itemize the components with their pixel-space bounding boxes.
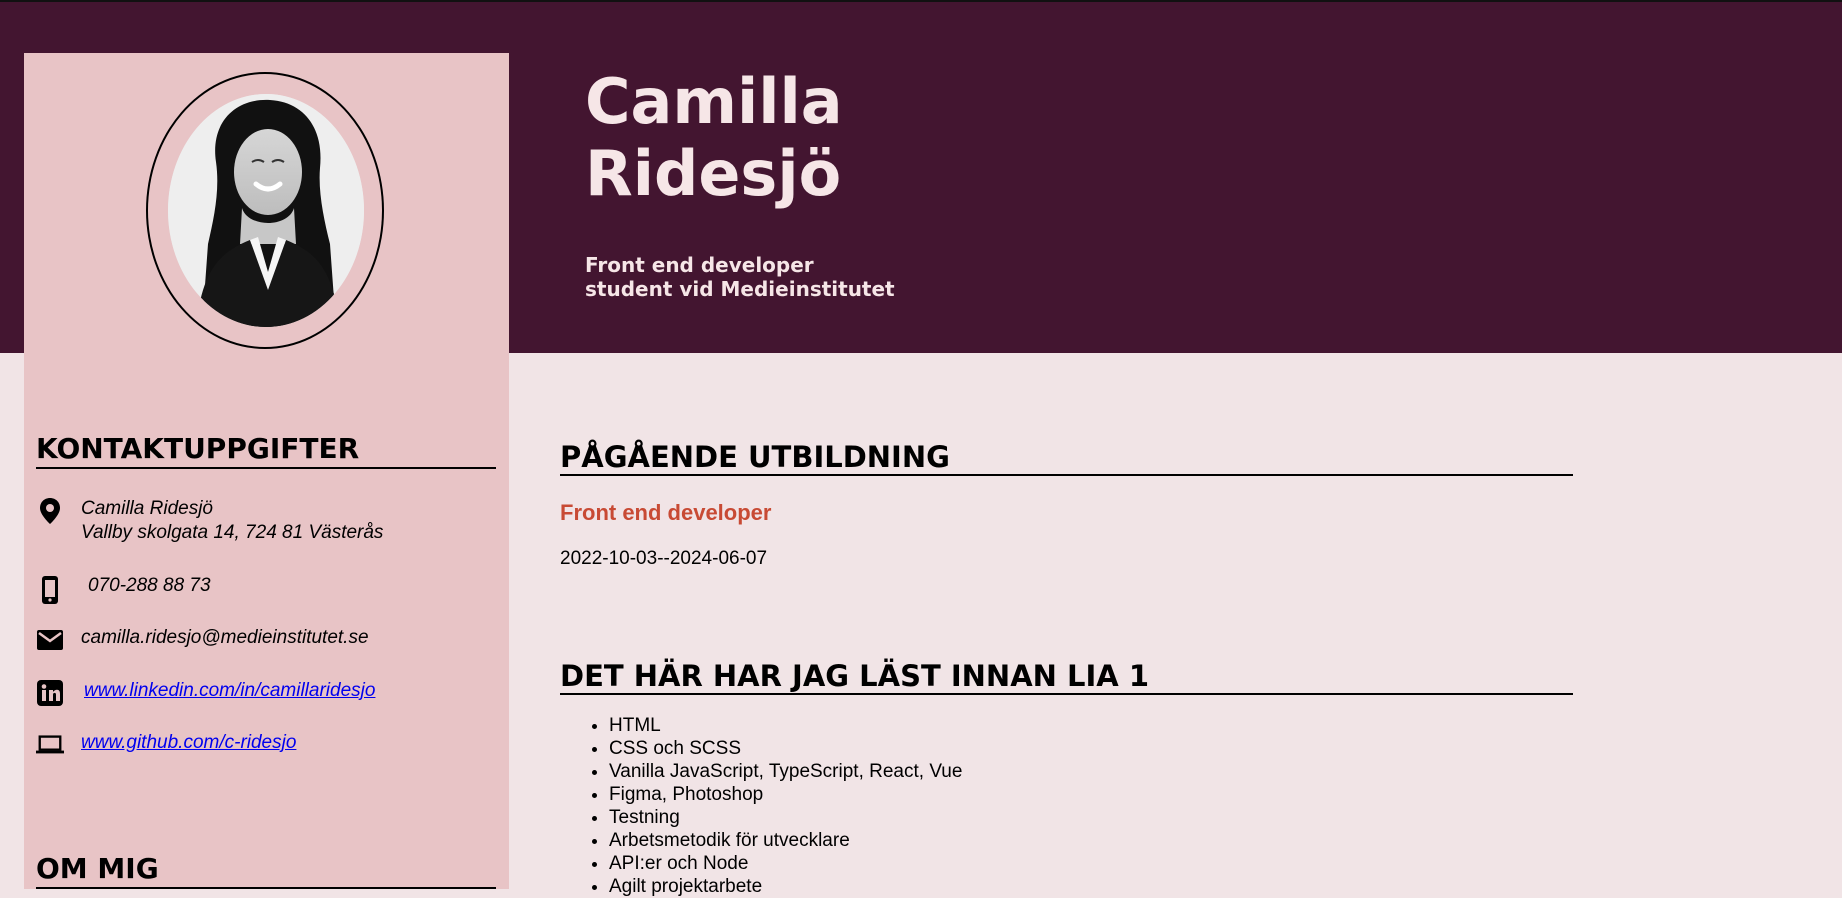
linkedin-link[interactable]: www.linkedin.com/in/camillaridesjo (84, 680, 375, 701)
list-item: Testning (609, 806, 962, 829)
profile-photo (168, 94, 364, 327)
first-name: Camilla (585, 65, 843, 138)
contact-address: Camilla Ridesjö Vallby skolgata 14, 724 … (81, 497, 383, 545)
subtitle-school: student vid Medieinstitutet (585, 277, 895, 301)
contact-heading: KONTAKTUPPGIFTER (36, 433, 496, 469)
subtitle-role: Front end developer (585, 253, 814, 277)
github-link[interactable]: www.github.com/c-ridesjo (81, 732, 296, 753)
list-item: Figma, Photoshop (609, 783, 962, 806)
list-item: Vanilla JavaScript, TypeScript, React, V… (609, 760, 962, 783)
program-dates: 2022-10-03--2024-06-07 (560, 548, 768, 569)
list-item: Arbetsmetodik för utvecklare (609, 829, 962, 852)
courses-heading: DET HÄR HAR JAG LÄST INNAN LIA 1 (560, 659, 1573, 695)
list-item: CSS och SCSS (609, 737, 962, 760)
contact-address-row: Camilla Ridesjö Vallby skolgata 14, 724 … (36, 497, 383, 545)
contact-email: camilla.ridesjo@medieinstitutet.se (81, 627, 369, 648)
sidebar: KONTAKTUPPGIFTER Camilla Ridesjö Vallby … (24, 53, 509, 889)
mobile-phone-icon (36, 574, 64, 606)
laptop-icon (36, 731, 64, 759)
contact-phone-row: 070-288 88 73 (36, 574, 211, 606)
profile-photo-frame (146, 72, 384, 349)
last-name: Ridesjö (585, 137, 842, 210)
contact-linkedin: www.linkedin.com/in/camillaridesjo (84, 679, 375, 703)
contact-github: www.github.com/c-ridesjo (81, 731, 296, 755)
about-heading: OM MIG (36, 853, 496, 889)
contact-github-row: www.github.com/c-ridesjo (36, 731, 296, 759)
linkedin-icon[interactable] (36, 679, 64, 707)
profile-photo-image (168, 94, 364, 327)
contact-linkedin-row: www.linkedin.com/in/camillaridesjo (36, 679, 375, 707)
list-item: API:er och Node (609, 852, 962, 875)
contact-name: Camilla Ridesjö (81, 498, 213, 519)
email-icon (36, 626, 64, 654)
list-item: Agilt projektarbete (609, 875, 962, 898)
list-item: HTML (609, 714, 962, 737)
course-list: HTML CSS och SCSS Vanilla JavaScript, Ty… (560, 714, 962, 898)
contact-phone: 070-288 88 73 (88, 575, 211, 596)
contact-street-address: Vallby skolgata 14, 724 81 Västerås (81, 522, 384, 543)
location-pin-icon (36, 497, 64, 525)
header-subtitle: Front end developer student vid Medieins… (585, 253, 895, 301)
program-title: Front end developer (560, 500, 772, 525)
education-heading: PÅGÅENDE UTBILDNING (560, 440, 1573, 476)
contact-email-row: camilla.ridesjo@medieinstitutet.se (36, 626, 369, 654)
